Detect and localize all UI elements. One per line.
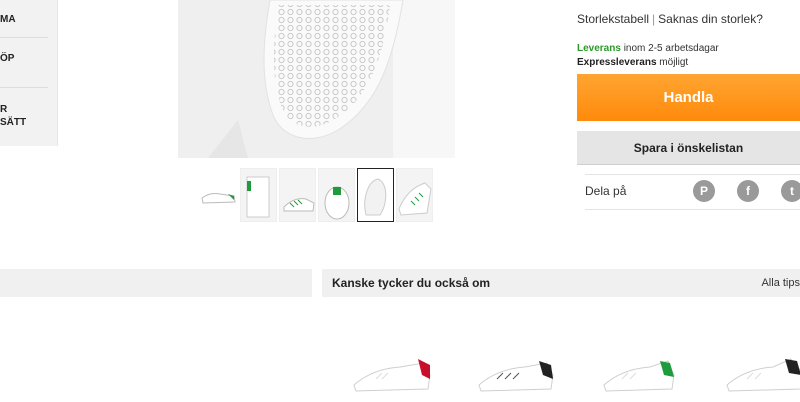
recommended-product[interactable]: [602, 345, 682, 397]
sidebar-item-2[interactable]: ÖP: [0, 52, 48, 65]
sidebar-item-3[interactable]: R SÄTT: [0, 103, 48, 129]
thumbnail[interactable]: [396, 168, 433, 222]
share-row: Dela på P f t: [585, 174, 800, 210]
facebook-icon[interactable]: f: [737, 180, 759, 202]
pinterest-icon[interactable]: P: [693, 180, 715, 202]
thumbnail[interactable]: [200, 168, 237, 222]
recommended-product[interactable]: [477, 345, 557, 397]
buy-button[interactable]: Handla: [577, 74, 800, 121]
category-sidebar: MA ÖP R SÄTT: [0, 0, 58, 146]
link-separator: |: [652, 12, 656, 26]
section-header-bar: [0, 269, 312, 297]
all-tips-link[interactable]: Alla tips: [761, 277, 800, 289]
size-links: Storlekstabell | Saknas din storlek?: [577, 12, 763, 26]
express-label: Expressleverans: [577, 57, 657, 68]
share-label: Dela på: [585, 184, 627, 198]
thumbnail-active[interactable]: [357, 168, 394, 222]
wishlist-button[interactable]: Spara i önskelistan: [577, 131, 800, 165]
sidebar-item-1[interactable]: MA: [0, 13, 48, 26]
delivery-text: inom 2-5 arbetsdagar: [623, 43, 719, 54]
twitter-icon[interactable]: t: [781, 180, 800, 202]
thumbnail[interactable]: [318, 168, 355, 222]
sneaker-sole-image: [178, 0, 455, 158]
missing-size-link[interactable]: Saknas din storlek?: [658, 12, 763, 26]
sidebar-divider: [0, 87, 48, 88]
sidebar-divider: [0, 37, 48, 38]
thumbnail[interactable]: [240, 168, 277, 222]
product-main-image[interactable]: [178, 0, 455, 158]
recommendations-header: Kanske tycker du också om Alla tips: [322, 269, 800, 297]
recommendations-title: Kanske tycker du också om: [332, 276, 491, 290]
size-chart-link[interactable]: Storlekstabell: [577, 12, 649, 26]
delivery-info: Leverans inom 2-5 arbetsdagar Expresslev…: [577, 42, 719, 70]
delivery-label: Leverans: [577, 43, 621, 54]
express-text: möjligt: [659, 57, 689, 68]
thumbnail[interactable]: [279, 168, 316, 222]
recommended-product[interactable]: [725, 345, 800, 397]
recommended-product[interactable]: [352, 345, 432, 397]
